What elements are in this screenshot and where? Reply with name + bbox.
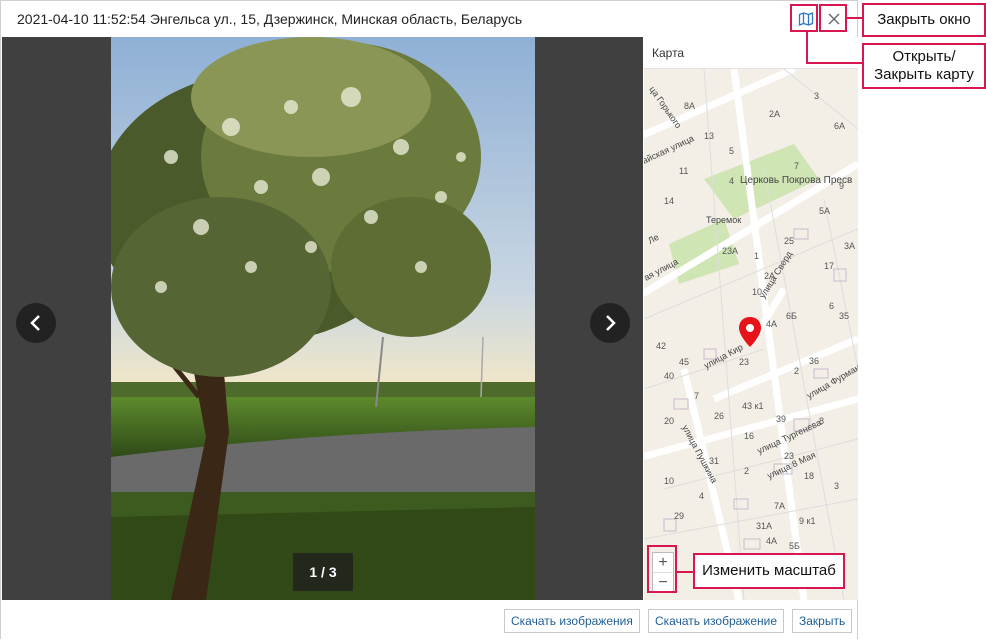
map-house-number: 26: [714, 411, 724, 421]
map-house-number: 2А: [769, 109, 780, 119]
map-house-number: 35: [839, 311, 849, 321]
image-viewer: 1 / 3: [2, 37, 643, 600]
map-house-number: 13: [704, 131, 714, 141]
map-house-number: 10: [752, 287, 762, 297]
map-house-number: 7: [694, 391, 699, 401]
map-house-number: 23: [784, 451, 794, 461]
map-house-number: 5А: [819, 206, 830, 216]
map-house-number: 8А: [684, 101, 695, 111]
map-house-number: 25: [784, 236, 794, 246]
map-house-number: 23А: [722, 246, 738, 256]
map-house-number: 6: [829, 301, 834, 311]
map-house-number: 14: [664, 196, 674, 206]
map-house-number: 9: [839, 181, 844, 191]
callout-toggle-map: Открыть/ Закрыть карту: [862, 43, 986, 89]
map-house-number: 1: [754, 251, 759, 261]
photo: [111, 37, 535, 600]
map-house-number: 5Б: [789, 541, 800, 551]
map-house-number: 42: [656, 341, 666, 351]
map-panel[interactable]: Карта Церковь Покрова Пресв Теремок ая у…: [644, 37, 858, 600]
next-image-button[interactable]: [590, 303, 630, 343]
pointer-line: [806, 62, 863, 64]
map-label: Теремок: [706, 215, 741, 225]
dialog-title: 2021-04-10 11:52:54 Энгельса ул., 15, Дз…: [17, 11, 523, 27]
map-house-number: 18: [804, 471, 814, 481]
map-house-number: 6А: [834, 121, 845, 131]
map-canvas[interactable]: Церковь Покрова Пресв Теремок ая улица у…: [644, 69, 858, 600]
chevron-right-icon: [606, 315, 616, 331]
map-house-number: 6Б: [786, 311, 797, 321]
map-house-number: 43 к1: [742, 401, 763, 411]
map-house-number: 31: [709, 456, 719, 466]
previous-image-button[interactable]: [16, 303, 56, 343]
close-button[interactable]: Закрыть: [792, 609, 853, 633]
map-house-number: 7А: [774, 501, 785, 511]
map-header: Карта: [644, 37, 858, 69]
map-house-number: 3А: [844, 241, 855, 251]
map-house-number: 4: [699, 491, 704, 501]
map-house-number: 17: [824, 261, 834, 271]
map-house-number: 16: [744, 431, 754, 441]
map-house-number: 23: [739, 357, 749, 367]
pointer-line: [806, 31, 808, 63]
image-counter: 1 / 3: [293, 553, 353, 591]
map-house-number: 40: [664, 371, 674, 381]
photo-dialog: 2021-04-10 11:52:54 Энгельса ул., 15, Дз…: [0, 0, 858, 639]
map-house-number: 10: [664, 476, 674, 486]
map-header-label: Карта: [652, 46, 685, 60]
map-house-number: 2: [794, 366, 799, 376]
map-house-number: 29: [674, 511, 684, 521]
map-house-number: 4А: [766, 536, 777, 546]
download-images-button[interactable]: Скачать изображения: [504, 609, 640, 633]
map-house-number: 36: [809, 356, 819, 366]
download-image-button[interactable]: Скачать изображение: [648, 609, 785, 633]
map-house-number: 45: [679, 357, 689, 367]
highlight-zoom: [647, 545, 677, 593]
pointer-line: [677, 571, 693, 573]
callout-close-window: Закрыть окно: [862, 3, 986, 37]
map-house-number: 3: [814, 91, 819, 101]
callout-zoom: Изменить масштаб: [693, 553, 845, 589]
map-house-number: 5: [729, 146, 734, 156]
map-label: Церковь Покрова Пресв: [740, 175, 852, 186]
map-house-number: 20: [664, 416, 674, 426]
map-house-number: 39: [776, 414, 786, 424]
map-house-number: 4: [729, 176, 734, 186]
map-house-number: 8: [819, 416, 824, 426]
map-house-number: 7: [794, 161, 799, 171]
map-house-number: 11: [679, 166, 688, 176]
pointer-line: [847, 17, 863, 19]
map-house-number: 2А: [764, 271, 775, 281]
highlight-close: [819, 4, 847, 32]
chevron-left-icon: [30, 315, 40, 331]
map-house-number: 3: [834, 481, 839, 491]
dialog-footer: Скачать изображения Скачать изображение …: [1, 600, 857, 639]
map-house-number: 9 к1: [799, 516, 815, 526]
map-house-number: 2: [744, 466, 749, 476]
highlight-map-toggle: [790, 4, 818, 32]
map-house-number: 4А: [766, 319, 777, 329]
map-house-number: 31А: [756, 521, 772, 531]
